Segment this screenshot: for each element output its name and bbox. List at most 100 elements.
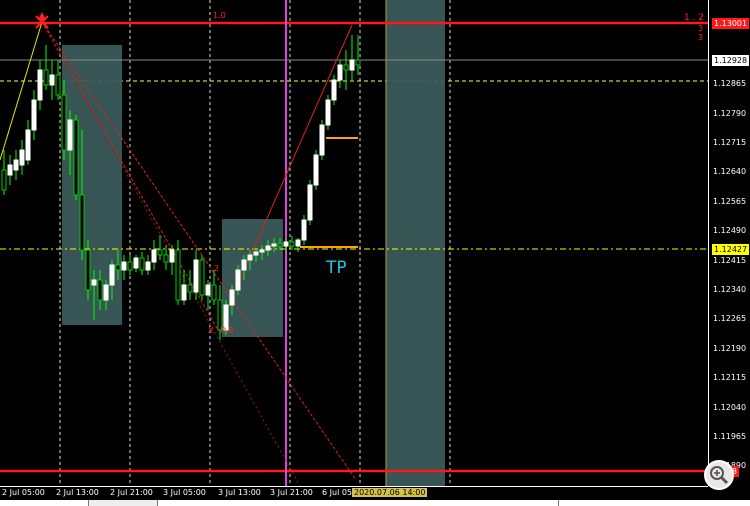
red-arrow-icon	[35, 12, 49, 29]
candlesticks	[1, 35, 361, 340]
candle-body	[247, 254, 253, 261]
time-cursor-label: 2020.07.06 14:00	[352, 488, 428, 497]
candle-body	[175, 249, 181, 301]
tp-label: TP	[326, 258, 347, 278]
candle-body	[25, 129, 31, 161]
time-tick: 2 Jul 05:00	[2, 488, 45, 497]
chart-tab-strip	[0, 500, 750, 506]
candle-body	[133, 257, 139, 269]
candle-body	[277, 243, 283, 247]
candle-body	[229, 289, 235, 306]
fib-level-label: 1.0	[213, 11, 226, 20]
price-chart[interactable]	[0, 0, 708, 486]
time-tick: 3 Jul 13:00	[218, 488, 261, 497]
candle-body	[13, 159, 19, 171]
candle-body	[97, 279, 103, 301]
time-tick: 3 Jul 21:00	[270, 488, 313, 497]
candle-body	[49, 74, 55, 86]
candle-body	[169, 249, 175, 263]
markers	[35, 12, 49, 29]
price-axis[interactable]: 1.130151.129281.128651.127901.127151.126…	[708, 0, 750, 488]
candle-body	[301, 219, 307, 241]
candle-body	[91, 279, 97, 286]
candle-body	[55, 74, 61, 96]
candle-body	[31, 99, 37, 131]
zoom-button[interactable]	[704, 460, 734, 490]
price-tick: 1.12190	[713, 343, 747, 353]
chart-tab[interactable]	[88, 500, 158, 506]
candle-body	[73, 119, 79, 196]
candle-body	[331, 79, 337, 101]
candle-body	[7, 164, 13, 176]
point-2-label: 2	[214, 264, 220, 273]
candle-body	[79, 194, 85, 251]
candle-body	[157, 249, 163, 256]
fib-sub-label: 3	[698, 24, 704, 33]
price-tick: 1.12340	[713, 285, 747, 295]
candle-body	[187, 284, 193, 293]
highlight-zones	[62, 0, 445, 486]
candle-body	[271, 243, 277, 247]
scrollbar-track[interactable]	[157, 500, 559, 506]
time-tick: 3 Jul 05:00	[163, 488, 206, 497]
candle-body	[115, 264, 121, 271]
candle-body	[19, 149, 25, 166]
candle-body	[259, 249, 265, 253]
candle-body	[139, 257, 145, 271]
price-tick: 1.12490	[713, 226, 747, 236]
candle-body	[349, 59, 355, 71]
candle-body	[37, 69, 43, 101]
time-tick: 6 Jul 05	[322, 488, 353, 497]
candle-body	[337, 64, 343, 81]
candle-body	[211, 284, 217, 301]
candle-body	[109, 264, 115, 286]
candle-body	[151, 249, 157, 263]
time-tick: 2 Jul 13:00	[56, 488, 99, 497]
fib-ratio-label: 1 . 2	[684, 13, 705, 23]
candle-body	[265, 245, 271, 251]
candle-body	[325, 99, 331, 126]
candle-body	[145, 261, 151, 271]
candle-body	[127, 261, 133, 271]
time-tick: 2 Jul 21:00	[110, 488, 153, 497]
candle-body	[43, 69, 49, 86]
current-price-tag: 1.12928	[712, 55, 750, 66]
candle-body	[283, 241, 289, 247]
point-b-label: B	[228, 326, 234, 335]
price-tick: 1.12040	[713, 402, 747, 412]
price-tick: 1.12640	[713, 167, 747, 177]
candle-body	[85, 249, 91, 291]
candle-body	[181, 284, 187, 301]
candle-body	[235, 269, 241, 291]
candle-body	[289, 241, 295, 247]
point-x-label: X	[208, 326, 214, 335]
candle-body	[163, 254, 169, 263]
candle-body	[1, 169, 7, 191]
zone-rect	[386, 0, 445, 486]
price-tick: 1.12115	[713, 373, 747, 383]
candle-body	[61, 94, 67, 151]
candle-body	[319, 124, 325, 156]
time-axis[interactable]: 6 Jul 05 3 Jul 21:00 3 Jul 13:00 3 Jul 05:0…	[0, 486, 708, 500]
candle-body	[355, 59, 361, 66]
fib-sub-label-2: 3	[698, 33, 704, 42]
candle-body	[193, 259, 199, 293]
yellow-level-tag: 1.12427	[712, 244, 750, 255]
candle-body	[295, 239, 301, 247]
candle-body	[313, 154, 319, 186]
zone-rect	[222, 219, 283, 337]
candle-body	[205, 284, 211, 296]
candle-body	[67, 119, 73, 151]
candle-body	[253, 251, 259, 256]
candle-body	[241, 259, 247, 271]
magnifier-plus-icon	[710, 466, 729, 485]
price-tick: 1.12790	[713, 108, 747, 118]
red-level-tag: 1.13001	[712, 18, 750, 29]
candle-body	[103, 284, 109, 301]
price-tick: 1.12865	[713, 79, 747, 89]
candle-body	[199, 259, 205, 296]
price-tick: 1.12265	[713, 314, 747, 324]
price-tick: 1.11965	[713, 432, 747, 441]
yellow-leg	[0, 21, 43, 161]
candle-body	[121, 261, 127, 271]
